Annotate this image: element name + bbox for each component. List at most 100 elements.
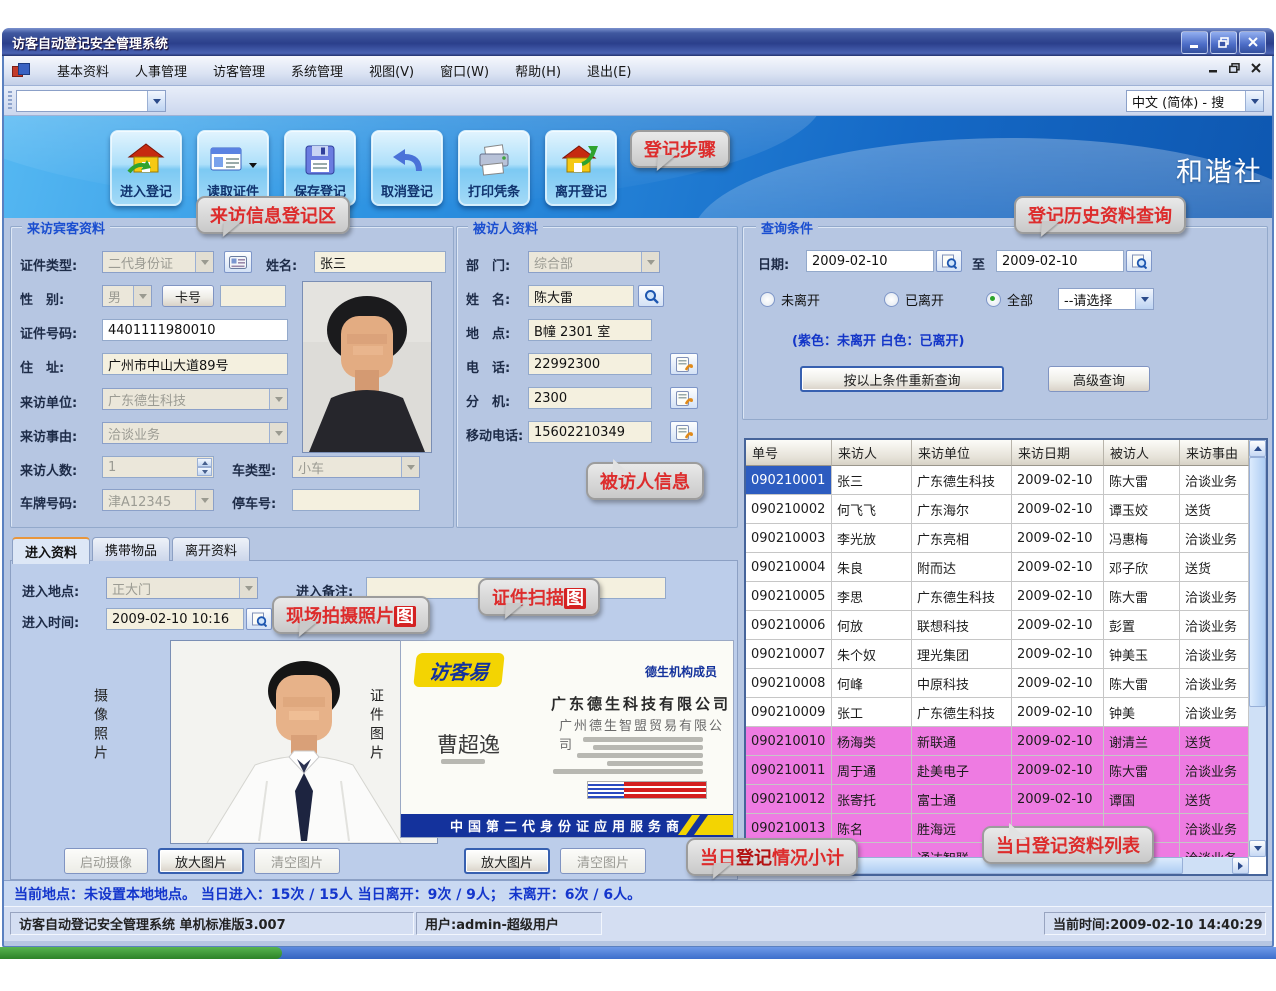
vertical-scrollbar[interactable] — [1249, 440, 1266, 857]
col-header-id[interactable]: 单号 — [746, 440, 832, 466]
scroll-up-icon[interactable] — [1249, 440, 1266, 457]
menu-help[interactable]: 帮助(H) — [502, 57, 574, 84]
visited-name-field[interactable]: 陈大雷 — [528, 285, 634, 307]
mdi-close-button[interactable] — [1251, 62, 1262, 77]
entry-place-combo[interactable]: 正大门 — [106, 577, 258, 599]
menu-system[interactable]: 系统管理 — [278, 57, 356, 84]
menu-window[interactable]: 窗口(W) — [427, 57, 502, 84]
dropdown-arrow-icon[interactable] — [249, 163, 257, 172]
col-header-company[interactable]: 来访单位 — [912, 440, 1012, 466]
date-from-field[interactable]: 2009-02-10 — [806, 250, 934, 272]
phone-field[interactable]: 22992300 — [528, 353, 652, 375]
read-card-button[interactable]: 读取证件 — [197, 130, 269, 206]
cert-type-combo[interactable]: 二代身份证 — [102, 251, 214, 273]
radio-not-left[interactable]: 未离开 — [760, 290, 820, 309]
card-number-field[interactable] — [220, 285, 286, 307]
date-to-field[interactable]: 2009-02-10 — [996, 250, 1124, 272]
chevron-down-icon[interactable] — [133, 286, 151, 306]
chevron-down-icon[interactable] — [269, 423, 287, 443]
company-combo[interactable]: 广东德生科技 — [102, 388, 288, 410]
dial-mobile-button[interactable] — [670, 421, 698, 443]
date-to-picker-button[interactable] — [1126, 250, 1152, 272]
language-combo[interactable]: 中文 (简体) - 搜 — [1126, 90, 1264, 112]
table-row[interactable]: 090210002何飞飞广东海尔2009-02-10谭玉姣送货 — [746, 495, 1249, 524]
menu-basic-data[interactable]: 基本资料 — [44, 57, 122, 84]
card-number-button[interactable]: 卡号 — [162, 285, 214, 307]
radio-all[interactable]: 全部 — [986, 290, 1033, 309]
menu-exit[interactable]: 退出(E) — [574, 57, 644, 84]
menu-visitor[interactable]: 访客管理 — [200, 57, 278, 84]
search-person-button[interactable] — [638, 285, 664, 307]
scroll-down-icon[interactable] — [1249, 840, 1266, 857]
dept-combo[interactable]: 综合部 — [528, 251, 660, 273]
date-from-picker-button[interactable] — [936, 250, 962, 272]
enlarge-card-button[interactable]: 放大图片 — [464, 848, 550, 874]
chevron-down-icon[interactable] — [269, 389, 287, 409]
mdi-minimize-button[interactable] — [1208, 62, 1219, 77]
table-row[interactable]: 090210004朱良附而达2009-02-10邓子欣送货 — [746, 553, 1249, 582]
dial-phone-button[interactable] — [670, 353, 698, 375]
col-header-visitor[interactable]: 来访人 — [832, 440, 912, 466]
dial-ext-button[interactable] — [670, 387, 698, 409]
car-type-combo[interactable]: 小车 — [292, 456, 420, 478]
chevron-down-icon[interactable] — [239, 578, 257, 598]
visitor-count-stepper[interactable]: 1 — [102, 456, 214, 478]
table-row-not-left[interactable]: 090210012张寄托富士通2009-02-10谭国送货 — [746, 785, 1249, 814]
chevron-down-icon[interactable] — [147, 91, 165, 111]
start-camera-button[interactable]: 启动摄像 — [64, 848, 148, 874]
table-row[interactable]: 090210003李光放广东亮相2009-02-10冯惠梅洽谈业务 — [746, 524, 1249, 553]
quick-select-combo[interactable] — [16, 90, 166, 112]
close-button[interactable] — [1239, 31, 1266, 54]
plate-combo[interactable]: 津A12345 — [102, 489, 214, 511]
ext-field[interactable]: 2300 — [528, 387, 652, 409]
col-header-reason[interactable]: 来访事由 — [1180, 440, 1249, 466]
tab-carried-items[interactable]: 携带物品 — [92, 537, 170, 561]
cancel-registration-button[interactable]: 取消登记 — [371, 130, 443, 206]
stepper-arrows-icon[interactable] — [197, 458, 212, 476]
address-field[interactable]: 广州市中山大道89号 — [102, 353, 288, 375]
tab-leave-info[interactable]: 离开资料 — [172, 537, 250, 561]
cert-no-field[interactable]: 4401111980010 — [102, 319, 288, 341]
entry-time-field[interactable]: 2009-02-10 10:16 — [106, 608, 244, 630]
radio-left[interactable]: 已离开 — [884, 290, 944, 309]
clear-card-button[interactable]: 清空图片 — [560, 848, 646, 874]
table-row[interactable]: 090210007朱个奴理光集团2009-02-10钟美玉洽谈业务 — [746, 640, 1249, 669]
tab-entry-info[interactable]: 进入资料 — [12, 537, 90, 564]
clear-photo-button[interactable]: 清空图片 — [254, 848, 340, 874]
query-filter-combo[interactable]: --请选择 — [1058, 288, 1154, 310]
chevron-down-icon[interactable] — [1245, 91, 1263, 111]
scroll-right-icon[interactable] — [1232, 857, 1249, 874]
advanced-query-button[interactable]: 高级查询 — [1048, 366, 1150, 392]
mobile-field[interactable]: 15602210349 — [528, 421, 652, 443]
save-registration-button[interactable]: 保存登记 — [284, 130, 356, 206]
col-header-visited[interactable]: 被访人 — [1104, 440, 1180, 466]
table-row[interactable]: 090210001张三广东德生科技2009-02-10陈大雷洽谈业务 — [746, 466, 1249, 495]
parking-field[interactable] — [292, 489, 420, 511]
print-receipt-button[interactable]: 打印凭条 — [458, 130, 530, 206]
table-row[interactable]: 090210005李思广东德生科技2009-02-10陈大雷洽谈业务 — [746, 582, 1249, 611]
chevron-down-icon[interactable] — [401, 457, 419, 477]
menu-hr[interactable]: 人事管理 — [122, 57, 200, 84]
location-field[interactable]: B幢 2301 室 — [528, 319, 652, 341]
enter-registration-button[interactable]: 进入登记 — [110, 130, 182, 206]
visitor-name-field[interactable]: 张三 — [314, 251, 446, 273]
chevron-down-icon[interactable] — [641, 252, 659, 272]
gender-combo[interactable]: 男 — [102, 285, 152, 307]
restore-button[interactable] — [1210, 31, 1237, 54]
chevron-down-icon[interactable] — [195, 252, 213, 272]
reason-combo[interactable]: 洽谈业务 — [102, 422, 288, 444]
enlarge-photo-button[interactable]: 放大图片 — [158, 848, 244, 874]
scrollbar-thumb[interactable] — [1249, 457, 1266, 707]
card-reader-button[interactable] — [224, 251, 252, 273]
requery-button[interactable]: 按以上条件重新查询 — [800, 366, 1004, 392]
leave-registration-button[interactable]: 离开登记 — [545, 130, 617, 206]
col-header-date[interactable]: 来访日期 — [1012, 440, 1104, 466]
minimize-button[interactable] — [1181, 31, 1208, 54]
table-row[interactable]: 090210009张工广东德生科技2009-02-10钟美洽谈业务 — [746, 698, 1249, 727]
chevron-down-icon[interactable] — [1135, 289, 1153, 309]
menu-view[interactable]: 视图(V) — [356, 57, 427, 84]
entry-time-picker-button[interactable] — [246, 608, 272, 630]
chevron-down-icon[interactable] — [195, 490, 213, 510]
table-row[interactable]: 090210006何放联想科技2009-02-10彭置洽谈业务 — [746, 611, 1249, 640]
mdi-restore-button[interactable] — [1229, 62, 1241, 77]
